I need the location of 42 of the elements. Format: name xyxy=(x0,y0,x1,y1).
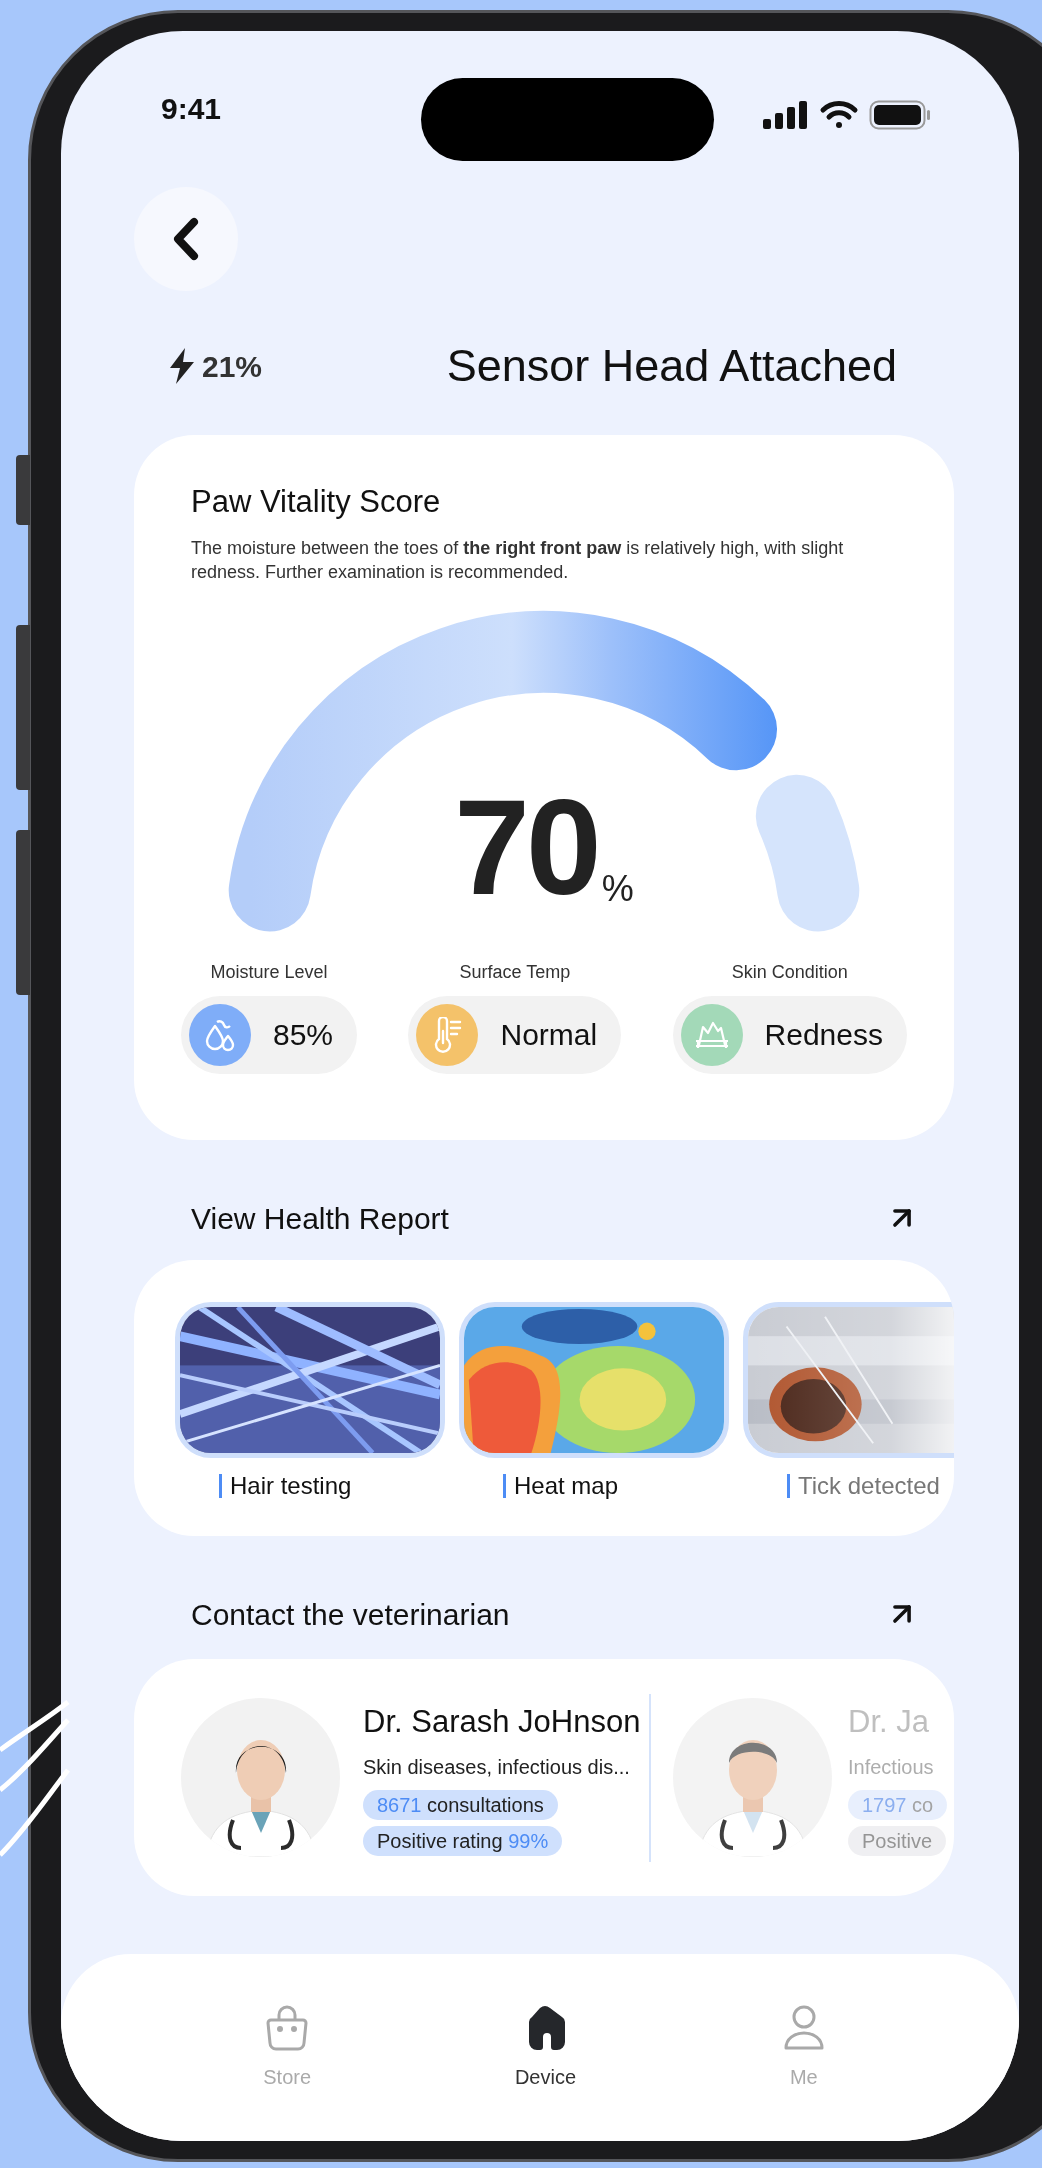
signal-icon xyxy=(763,101,809,129)
rating-tag: Positive rating 99% xyxy=(363,1825,563,1856)
metric-value: 85% xyxy=(273,1017,334,1053)
score-description: The moisture between the toes of the right front paw is relatively high, with slight redness. Further examination is recommended. xyxy=(190,536,845,584)
label-bar xyxy=(787,1474,790,1498)
score-unit: % xyxy=(601,870,634,907)
doctor-specialty: Infectious xyxy=(848,1754,934,1780)
metric-value: Redness xyxy=(764,1017,883,1053)
section-title: View Health Report xyxy=(191,1200,449,1237)
tab-item[interactable]: Device xyxy=(416,2004,675,2092)
droplets-icon xyxy=(204,1017,236,1052)
score-value: 70 xyxy=(454,778,598,915)
bolt-icon xyxy=(168,347,196,385)
tab-item[interactable]: Me xyxy=(674,2004,933,2092)
metric-label: Moisture Level xyxy=(210,960,328,984)
chevron-left-icon xyxy=(173,217,199,261)
page-title: Sensor Head Attached xyxy=(446,339,897,394)
metric-label: Skin Condition xyxy=(731,960,848,984)
doctor-item[interactable]: Dr. Ja Infectious 1797 co Positive xyxy=(673,1698,948,1857)
battery-icon xyxy=(869,100,931,130)
doctor-name[interactable]: Dr. Sarash JoHnson xyxy=(363,1699,641,1746)
doctor-item[interactable]: Dr. Sarash JoHnson Skin diseases, infectious dis... 8671 consultations Positive rating 99% xyxy=(181,1698,649,1857)
doctor-specialty: Skin diseases, infectious dis... xyxy=(363,1754,630,1780)
bag-icon xyxy=(266,2004,309,2052)
user-icon xyxy=(782,2004,825,2052)
consultations-tag: 8671 consultations xyxy=(363,1789,558,1820)
consultations-tag: 1797 co xyxy=(848,1789,948,1820)
section-title: Contact the veterinarian xyxy=(191,1596,510,1633)
battery-level: 21% xyxy=(202,348,263,385)
rating-tag: Positive xyxy=(848,1825,947,1856)
doctor-name[interactable]: Dr. Ja xyxy=(848,1699,929,1746)
metric-label: Surface Temp xyxy=(459,960,571,984)
tab-item[interactable]: Store xyxy=(158,2004,417,2092)
report-label: Hair testing xyxy=(230,1471,352,1501)
report-label: Tick detected xyxy=(798,1471,940,1501)
status-time: 9:41 xyxy=(161,91,222,127)
wifi-icon xyxy=(819,100,859,130)
label-bar xyxy=(503,1474,506,1498)
card-title: Paw Vitality Score xyxy=(190,483,442,521)
label-bar xyxy=(219,1474,222,1498)
metric-value: Normal xyxy=(500,1017,598,1053)
report-label: Heat map xyxy=(514,1471,619,1501)
